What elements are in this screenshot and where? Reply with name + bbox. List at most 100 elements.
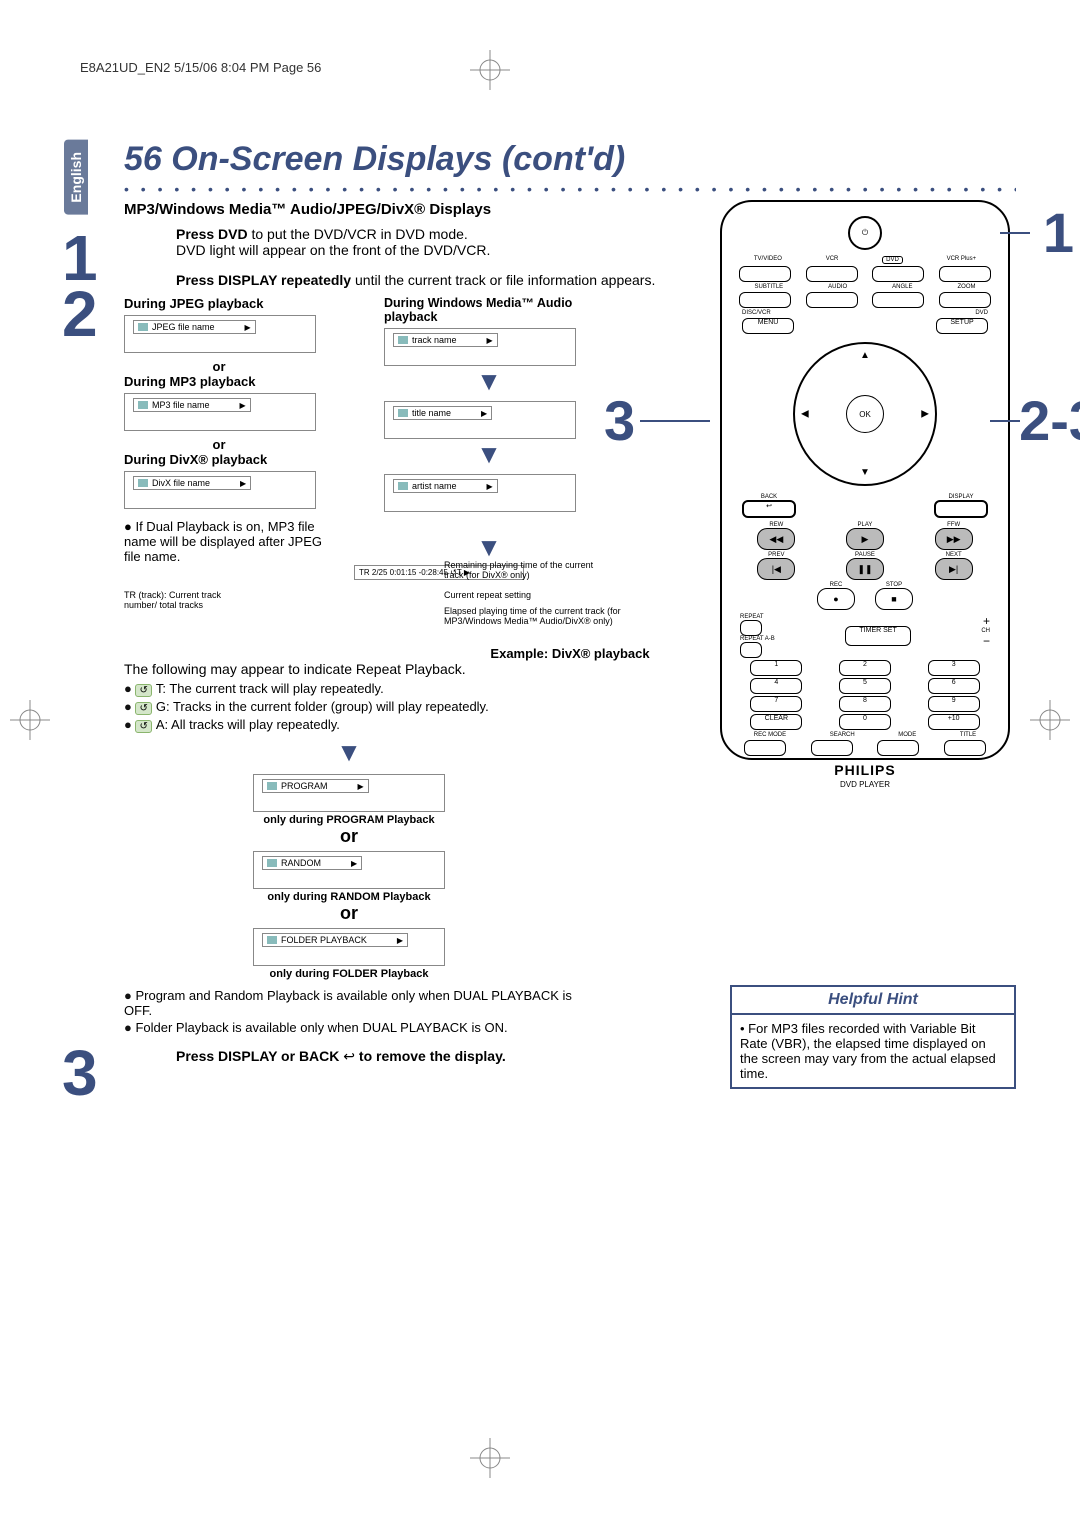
btn-tvvideo: TV/VIDEO — [754, 256, 782, 264]
osd-divx: DivX file name — [124, 471, 316, 509]
lbl-repeat-ab: REPEAT A-B — [740, 636, 775, 642]
file-icon — [138, 401, 148, 409]
remote-row-1: TV/VIDEO VCR DVD VCR Plus+ — [732, 256, 998, 264]
osd-jpeg-text: JPEG file name — [152, 322, 251, 332]
remote-button — [811, 740, 853, 756]
num-0: 0 — [839, 714, 891, 730]
lbl-search: SEARCH — [830, 732, 855, 738]
or-1: or — [124, 359, 314, 374]
callout-tr: TR (track): Current track number/ total … — [124, 590, 244, 610]
step2-bold: Press DISPLAY repeatedly — [176, 272, 351, 288]
list-icon — [267, 859, 277, 867]
remote-button — [872, 266, 924, 282]
btn-display-highlight — [934, 500, 988, 518]
bullet-1: Program and Random Playback is available… — [124, 988, 584, 1018]
right-column: During Windows Media™ Audio playback tra… — [384, 296, 594, 580]
file-icon — [138, 323, 148, 331]
num-9: 9 — [928, 696, 980, 712]
playback-mode-blocks: PROGRAM only during PROGRAM Playback or … — [244, 774, 454, 980]
osd-folder-label: FOLDER PLAYBACK — [262, 933, 408, 947]
indicator-g: G: Tracks in the current folder (group) … — [156, 699, 489, 714]
osd-divx-label: DivX file name — [133, 476, 251, 490]
arrow-down-icon: ▼ — [860, 467, 870, 478]
btn-timer-set: TIMER SET — [845, 626, 911, 646]
or-big-2: or — [244, 903, 454, 924]
remote-button — [739, 292, 791, 308]
down-arrow-icon: ▼ — [384, 366, 594, 397]
remote-button — [877, 740, 919, 756]
rew-icon: ◀◀ — [757, 528, 795, 550]
bottom-btn-row — [732, 740, 998, 756]
page-title: 56 On-Screen Displays (cont'd) — [64, 140, 1016, 179]
num-2: 2 — [839, 660, 891, 676]
btn-zoom: ZOOM — [957, 284, 975, 290]
ch-minus-icon: − — [981, 634, 990, 648]
btn-audio: AUDIO — [828, 284, 847, 290]
rec-icon: ● — [817, 588, 855, 610]
transport-row-2: PREV|◀ PAUSE❚❚ NEXT▶| — [732, 552, 998, 580]
callout-number-1: 1 — [1043, 200, 1074, 265]
osd-mp3-label: MP3 file name — [133, 398, 251, 412]
num-6: 6 — [928, 678, 980, 694]
osd-track-label: track name — [393, 333, 498, 347]
btn-plus10: +10 — [928, 714, 980, 730]
power-button-icon: ⏻ — [848, 216, 882, 250]
callout-elapsed: Elapsed playing time of the current trac… — [444, 606, 644, 626]
model-label: DVD PLAYER — [732, 780, 998, 789]
osd-artist: artist name — [384, 474, 576, 512]
btn-vcrplus: VCR Plus+ — [947, 256, 977, 264]
ch-plus-icon: + — [981, 614, 990, 628]
step3-bold: Press DISPLAY or BACK — [176, 1048, 343, 1064]
repeat-badge-icon: ↺ — [135, 684, 151, 697]
disc-icon — [398, 409, 408, 417]
num-4: 4 — [750, 678, 802, 694]
osd-track-text: track name — [412, 335, 493, 345]
caption-random: only during RANDOM Playback — [244, 891, 454, 903]
bottom-label-row: REC MODE SEARCH MODE TITLE — [732, 732, 998, 738]
play-icon: ▶ — [846, 528, 884, 550]
remote-button — [744, 740, 786, 756]
remote-button — [944, 740, 986, 756]
remote-row-back-display: BACK↩ DISPLAY — [732, 494, 998, 518]
lbl-repeat: REPEAT — [740, 614, 775, 620]
stop-icon: ■ — [875, 588, 913, 610]
file-icon — [138, 479, 148, 487]
head-jpeg: During JPEG playback — [124, 296, 334, 311]
num-5: 5 — [839, 678, 891, 694]
callout-line-3 — [640, 420, 710, 422]
osd-program-text: PROGRAM — [281, 781, 364, 791]
indicator-a: A: All tracks will play repeatedly. — [156, 717, 340, 732]
btn-menu: MENU — [742, 318, 794, 334]
btn-vcr: VCR — [826, 256, 839, 264]
btn-setup: SETUP — [936, 318, 988, 334]
pause-icon: ❚❚ — [846, 558, 884, 580]
step2-rest: until the current track or file informat… — [351, 272, 655, 288]
hint-body: • For MP3 files recorded with Variable B… — [732, 1015, 1014, 1087]
callout-repeat: Current repeat setting — [444, 590, 614, 600]
remote-button — [806, 266, 858, 282]
person-icon — [398, 482, 408, 490]
repeat-badge-icon: ↺ — [135, 702, 151, 715]
osd-program-label: PROGRAM — [262, 779, 369, 793]
hint-body-text: For MP3 files recorded with Variable Bit… — [740, 1021, 996, 1081]
osd-random-text: RANDOM — [281, 858, 357, 868]
indicator-t: T: The current track will play repeatedl… — [156, 681, 384, 696]
osd-mp3-text: MP3 file name — [152, 400, 246, 410]
down-arrow-icon: ▼ — [384, 439, 594, 470]
dpad: OK ▲ ▼ ◀ ▶ — [793, 342, 937, 486]
transport-row-1: REW◀◀ PLAY▶ FFW▶▶ — [732, 522, 998, 550]
hint-title: Helpful Hint — [732, 987, 1014, 1015]
remote-diagram: ⏻ TV/VIDEO VCR DVD VCR Plus+ SUBTITLE AU… — [720, 200, 1010, 760]
lbl-title: TITLE — [960, 732, 976, 738]
num-3: 3 — [928, 660, 980, 676]
osd-random: RANDOM — [253, 851, 445, 889]
brand-label: PHILIPS — [732, 762, 998, 778]
num-8: 8 — [839, 696, 891, 712]
btn-dvd-highlight: DVD — [882, 256, 903, 264]
step-number-3: 3 — [62, 1041, 98, 1105]
remote-button — [872, 292, 924, 308]
bottom-bullets: Program and Random Playback is available… — [124, 988, 584, 1035]
bullet-2: Folder Playback is available only when D… — [124, 1020, 584, 1035]
btn-angle: ANGLE — [892, 284, 912, 290]
remote-row-menu: MENU SETUP — [732, 318, 998, 334]
